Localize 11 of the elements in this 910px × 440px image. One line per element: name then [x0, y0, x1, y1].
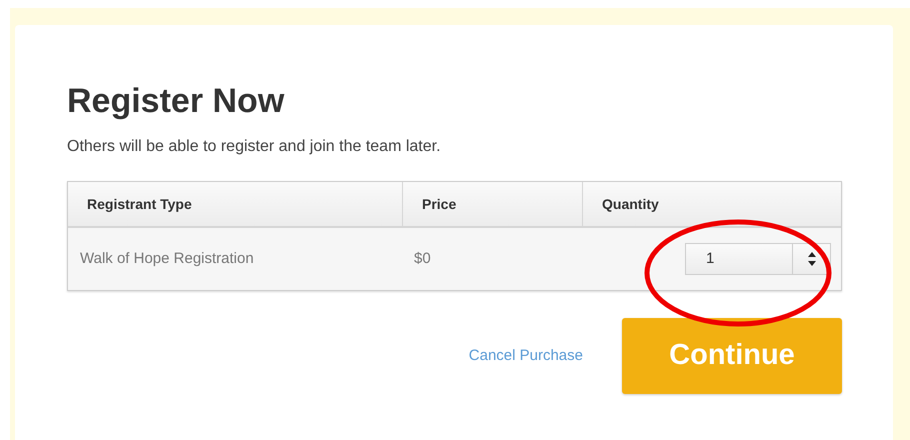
- column-header: Price: [403, 182, 583, 226]
- table-cell-text: $0: [413, 248, 432, 269]
- cancel-link[interactable]: Cancel Purchase: [468, 344, 583, 368]
- page-title: Register Now: [67, 81, 286, 121]
- table-cell-text: Walk of Hope Registration: [79, 248, 255, 269]
- subtitle: Others will be able to register and join the team later.: [67, 137, 442, 157]
- column-header: Registrant Type: [68, 182, 403, 226]
- continue-button[interactable]: Continue: [622, 318, 842, 394]
- quantity-stepper[interactable]: 1: [685, 243, 831, 275]
- quantity-value: 1: [705, 248, 716, 269]
- column-header: Quantity: [601, 194, 660, 214]
